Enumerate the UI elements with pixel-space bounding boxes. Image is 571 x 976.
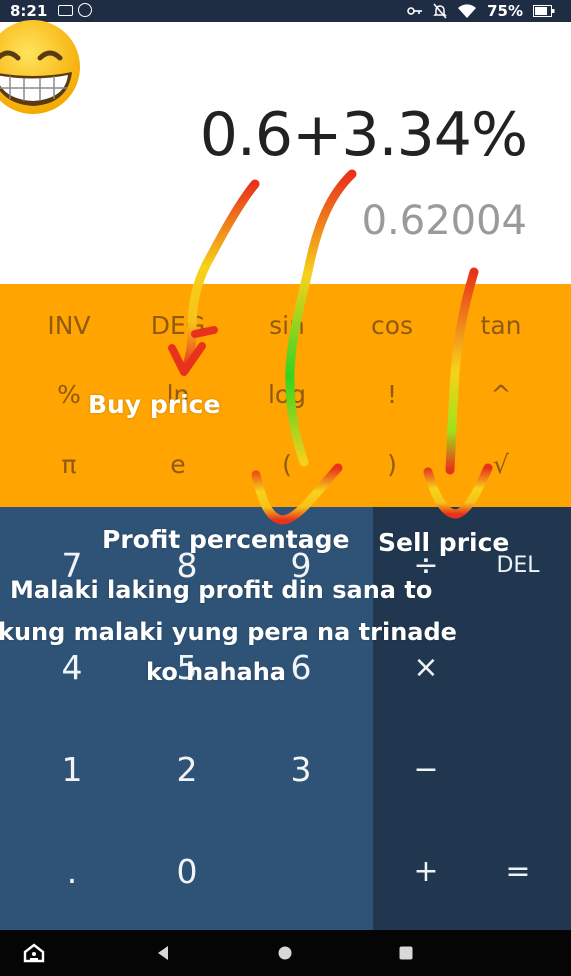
operator-pad: ÷ DEL × − + = [373, 507, 571, 930]
battery-icon [533, 5, 555, 17]
key-1[interactable]: 1 [15, 719, 129, 819]
back-icon[interactable] [133, 930, 193, 976]
recents-icon[interactable] [376, 930, 436, 976]
tan-button[interactable]: tan [444, 290, 558, 360]
accessibility-icon[interactable] [4, 930, 64, 976]
pi-button[interactable]: π [12, 429, 126, 499]
sqrt-button[interactable]: √ [444, 429, 558, 499]
caption-line-1: Malaki laking profit din sana to [10, 576, 433, 604]
calculator-display: 0.6+3.34% 0.62004 [0, 22, 571, 284]
buy-price-annotation: Buy price [88, 390, 221, 419]
close-paren-button[interactable]: ) [335, 429, 449, 499]
caption-line-2: kung malaki yung pera na trinade [0, 618, 457, 646]
message-icon [58, 5, 73, 16]
caption-line-3: ko hahaha [146, 658, 287, 686]
home-icon[interactable] [255, 930, 315, 976]
open-paren-button[interactable]: ( [230, 429, 344, 499]
key-icon [407, 5, 423, 17]
plus-button[interactable]: + [376, 821, 476, 921]
sell-price-annotation: Sell price [378, 528, 510, 557]
navigation-bar [0, 930, 571, 976]
number-pad: 7 8 9 4 5 6 1 2 3 . 0 [0, 507, 373, 930]
inv-button[interactable]: INV [12, 290, 126, 360]
result-preview: 0.62004 [361, 198, 527, 244]
equals-button[interactable]: = [468, 821, 568, 921]
expression-text[interactable]: 0.6+3.34% [200, 100, 528, 170]
messenger-icon [78, 3, 92, 17]
factorial-button[interactable]: ! [335, 359, 449, 429]
battery-percentage: 75% [487, 2, 523, 20]
e-button[interactable]: e [121, 429, 235, 499]
minus-button[interactable]: − [376, 719, 476, 819]
key-3[interactable]: 3 [244, 719, 358, 819]
wifi-icon [457, 3, 477, 19]
key-decimal[interactable]: . [15, 821, 129, 921]
scientific-panel: INV DEG sin cos tan % ln log ! ^ π e ( )… [0, 284, 571, 507]
profit-percentage-annotation: Profit percentage [102, 525, 350, 554]
cos-button[interactable]: cos [335, 290, 449, 360]
power-button[interactable]: ^ [444, 359, 558, 429]
key-2[interactable]: 2 [130, 719, 244, 819]
key-0[interactable]: 0 [130, 821, 244, 921]
log-button[interactable]: log [230, 359, 344, 429]
mute-icon [433, 3, 447, 19]
sin-button[interactable]: sin [230, 290, 344, 360]
status-bar: 8:21 75% [0, 0, 571, 22]
grinning-emoji-icon [0, 18, 82, 116]
deg-button[interactable]: DEG [121, 290, 235, 360]
